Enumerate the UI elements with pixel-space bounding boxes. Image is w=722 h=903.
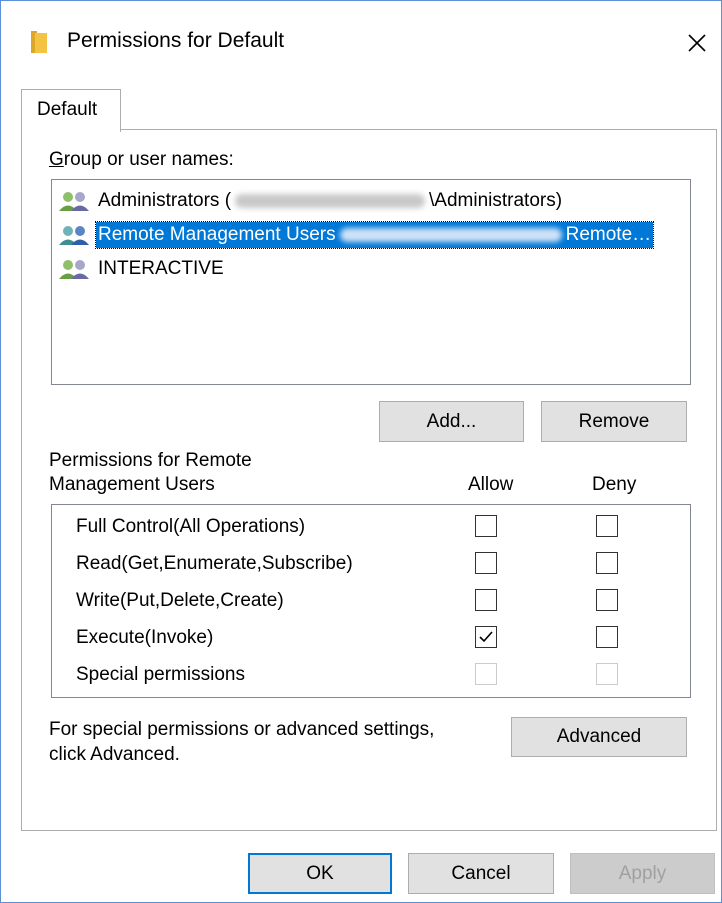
apply-button: Apply — [570, 853, 715, 894]
add-button[interactable]: Add... — [379, 401, 524, 442]
user-group-icon — [59, 260, 89, 279]
allow-column-header: Allow — [468, 474, 514, 495]
permissions-dialog: Permissions for Default Default Group or… — [0, 0, 722, 903]
group-users-label-rest: roup or user names: — [63, 149, 234, 170]
list-item-suffix: \Administrators) — [429, 190, 563, 211]
checkmark-icon — [479, 631, 493, 643]
advanced-button[interactable]: Advanced — [511, 717, 687, 757]
list-item-suffix: Remote… — [565, 224, 652, 245]
allow-checkbox-execute[interactable] — [475, 626, 497, 648]
window-title: Permissions for Default — [67, 29, 285, 52]
permission-name: Read(Get,Enumerate,Subscribe) — [76, 553, 353, 574]
list-item-administrators[interactable]: Administrators ( \Administrators) — [58, 186, 564, 216]
tab-default[interactable]: Default — [21, 89, 121, 132]
advanced-info-line1: For special permissions or advanced sett… — [49, 719, 435, 740]
list-item-remote-management-users[interactable]: Remote Management Users Remote… — [58, 220, 655, 250]
permissions-header-line1: Permissions for Remote — [49, 450, 252, 471]
list-item-prefix: INTERACTIVE — [98, 258, 224, 279]
user-list[interactable]: Administrators ( \Administrators) Remote … — [51, 179, 691, 385]
title-bar[interactable]: Permissions for Default — [1, 1, 721, 83]
user-group-icon — [59, 226, 89, 245]
group-users-label: Group or user names: — [49, 149, 234, 170]
permission-name: Write(Put,Delete,Create) — [76, 590, 284, 611]
deny-checkbox-write[interactable] — [596, 589, 618, 611]
folder-icon — [31, 31, 47, 53]
ok-button[interactable]: OK — [248, 853, 392, 894]
list-item-prefix: Administrators ( — [98, 190, 232, 211]
allow-checkbox-write[interactable] — [475, 589, 497, 611]
advanced-info-line2: click Advanced. — [49, 744, 180, 765]
deny-checkbox-execute[interactable] — [596, 626, 618, 648]
permission-row-read: Read(Get,Enumerate,Subscribe) — [52, 546, 688, 582]
permission-row-write: Write(Put,Delete,Create) — [52, 583, 688, 619]
close-button[interactable] — [677, 23, 717, 63]
deny-checkbox-special — [596, 663, 618, 685]
permission-row-full-control: Full Control(All Operations) — [52, 509, 688, 545]
redacted-blur — [235, 193, 426, 208]
deny-checkbox-read[interactable] — [596, 552, 618, 574]
list-item-interactive[interactable]: INTERACTIVE — [58, 254, 226, 284]
list-item-prefix: Remote Management Users — [98, 224, 336, 245]
tab-label: Default — [37, 99, 98, 120]
cancel-button[interactable]: Cancel — [408, 853, 554, 894]
close-icon — [688, 34, 706, 52]
permission-row-special: Special permissions — [52, 657, 688, 693]
deny-checkbox-full-control[interactable] — [596, 515, 618, 537]
deny-column-header: Deny — [592, 474, 637, 495]
permission-name: Full Control(All Operations) — [76, 516, 306, 537]
allow-checkbox-full-control[interactable] — [475, 515, 497, 537]
permissions-header-line2: Management Users — [49, 474, 215, 495]
remove-button[interactable]: Remove — [541, 401, 687, 442]
user-group-icon — [59, 192, 89, 211]
permission-name: Special permissions — [76, 664, 245, 685]
permission-name: Execute(Invoke) — [76, 627, 214, 648]
redacted-blur — [339, 227, 562, 242]
allow-checkbox-read[interactable] — [475, 552, 497, 574]
allow-checkbox-special — [475, 663, 497, 685]
permission-row-execute: Execute(Invoke) — [52, 620, 688, 656]
permissions-list: Full Control(All Operations) Read(Get,En… — [51, 504, 691, 698]
